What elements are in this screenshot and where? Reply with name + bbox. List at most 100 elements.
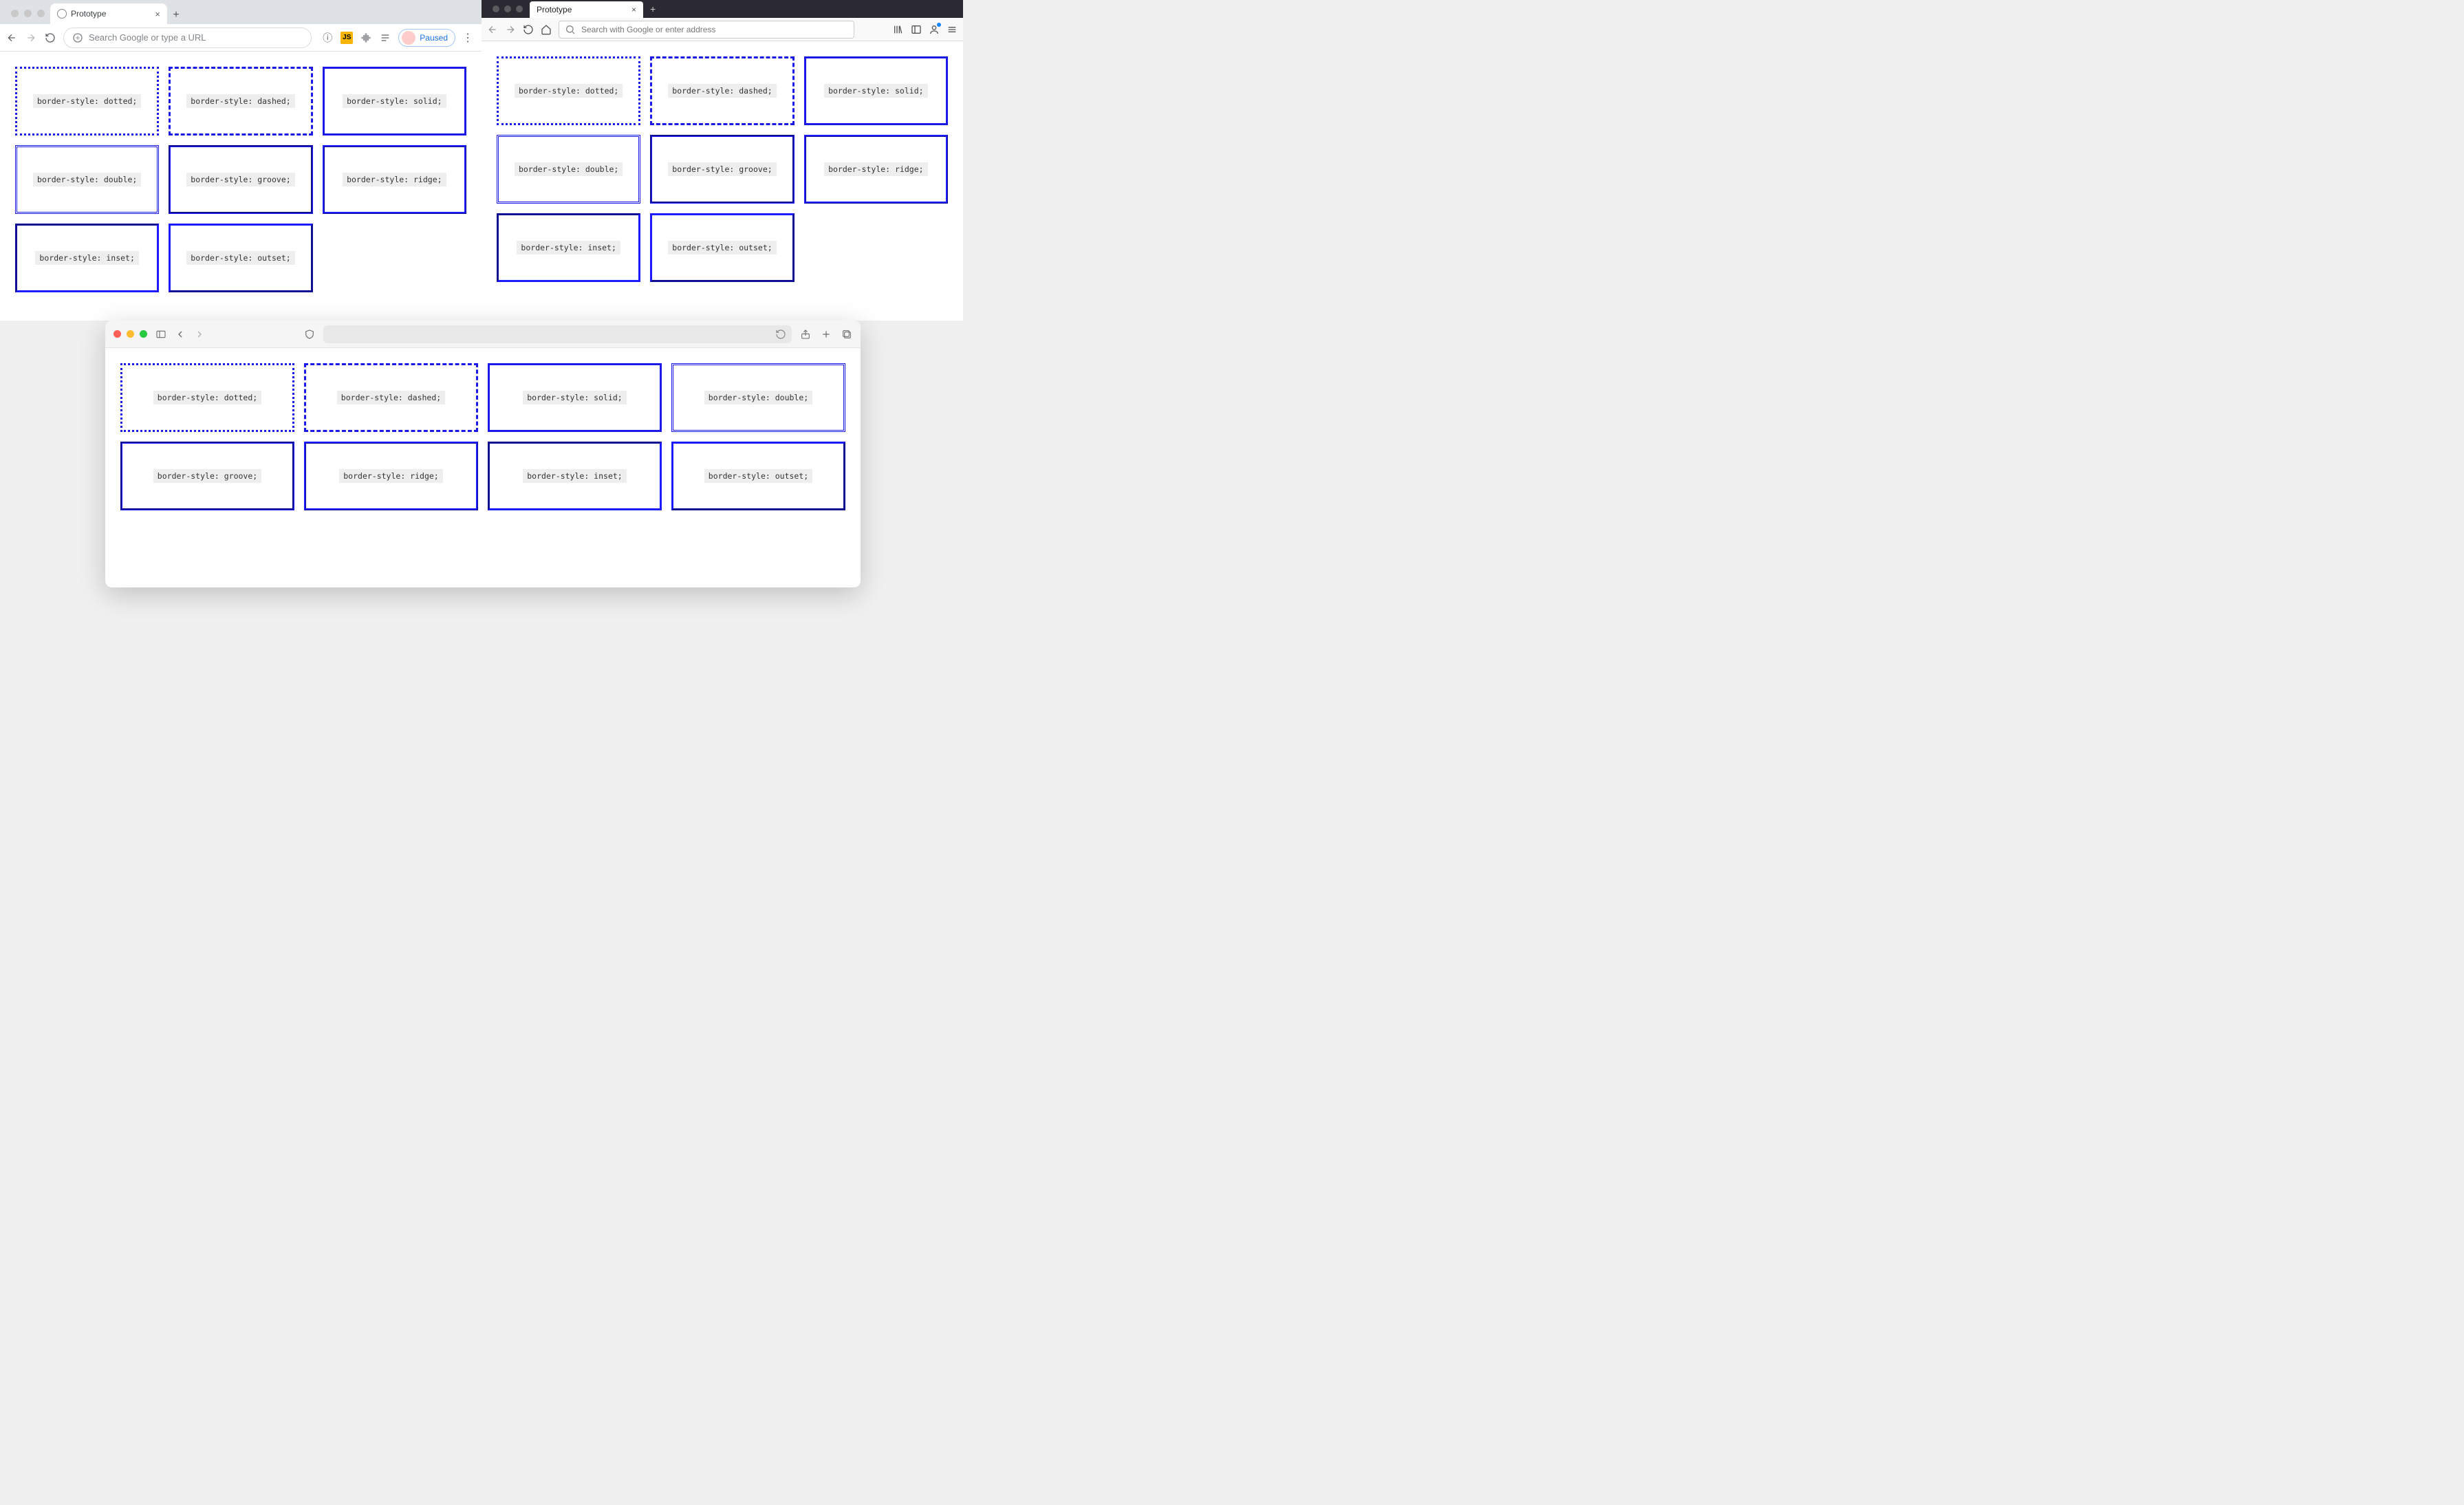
reload-icon[interactable] — [44, 32, 56, 43]
forward-icon[interactable] — [25, 32, 37, 43]
code-label: border-style: ridge; — [343, 173, 446, 186]
code-label: border-style: ridge; — [824, 162, 927, 176]
share-icon[interactable] — [800, 329, 811, 340]
card-dotted: border-style: dotted; — [15, 67, 159, 136]
zoom-dot[interactable] — [140, 330, 147, 338]
code-label: border-style: inset; — [35, 251, 138, 265]
back-icon[interactable] — [6, 32, 18, 43]
code-label: border-style: dashed; — [668, 84, 776, 98]
url-placeholder: Search Google or type a URL — [89, 32, 206, 43]
chrome-tab-bar: Prototype × + — [0, 0, 482, 24]
firefox-window: Prototype × + Search with Google or ente… — [482, 0, 963, 321]
card-groove: border-style: groove; — [650, 135, 794, 204]
traffic-lights — [114, 330, 147, 338]
minimize-dot[interactable] — [127, 330, 134, 338]
address-bar[interactable]: Search with Google or enter address — [559, 21, 854, 39]
profile-paused-pill[interactable]: Paused — [398, 29, 455, 47]
close-dot[interactable] — [114, 330, 121, 338]
code-label: border-style: groove; — [668, 162, 776, 176]
library-icon[interactable] — [893, 24, 904, 35]
chrome-toolbar: Search Google or type a URL ⓘ JS Paused … — [0, 24, 482, 52]
code-label: border-style: dashed; — [186, 94, 294, 108]
code-label: border-style: double; — [515, 162, 623, 176]
forward-icon[interactable] — [505, 24, 517, 35]
extensions-icon[interactable] — [360, 32, 372, 44]
card-groove: border-style: groove; — [169, 145, 312, 214]
js-extension-icon[interactable]: JS — [341, 32, 353, 44]
code-label: border-style: outset; — [704, 469, 812, 483]
sidebar-icon[interactable] — [911, 24, 922, 35]
code-label: border-style: inset; — [523, 469, 626, 483]
card-double: border-style: double; — [497, 135, 640, 204]
home-icon[interactable] — [541, 24, 553, 35]
border-grid: border-style: dotted; border-style: dash… — [15, 67, 466, 292]
zoom-dot[interactable] — [516, 6, 523, 12]
close-tab-icon[interactable]: × — [631, 5, 636, 14]
privacy-shield-icon[interactable] — [304, 329, 315, 340]
reading-list-icon[interactable] — [379, 32, 391, 44]
code-label: border-style: groove; — [153, 469, 261, 483]
card-solid: border-style: solid; — [323, 67, 466, 136]
card-double: border-style: double; — [15, 145, 159, 214]
chrome-window: Prototype × + Search Google or type a UR… — [0, 0, 482, 321]
traffic-lights — [6, 10, 50, 24]
code-label: border-style: outset; — [668, 241, 776, 255]
border-grid: border-style: dotted; border-style: dash… — [497, 56, 948, 282]
code-label: border-style: ridge; — [339, 469, 442, 483]
new-tab-button[interactable]: + — [167, 9, 185, 24]
kebab-menu-icon[interactable]: ⋮ — [462, 31, 473, 45]
card-inset: border-style: inset; — [15, 224, 159, 292]
page-viewport: border-style: dotted; border-style: dash… — [482, 41, 963, 321]
card-groove: border-style: groove; — [120, 442, 294, 510]
code-label: border-style: double; — [704, 391, 812, 404]
traffic-lights — [486, 0, 530, 18]
card-solid: border-style: solid; — [804, 56, 948, 125]
address-bar[interactable]: Search Google or type a URL — [63, 28, 312, 48]
code-label: border-style: double; — [33, 173, 141, 186]
new-tab-button[interactable]: + — [643, 0, 662, 18]
browser-tab[interactable]: Prototype × — [50, 3, 167, 24]
back-icon[interactable] — [487, 24, 499, 35]
new-tab-icon[interactable] — [821, 329, 832, 340]
code-label: border-style: solid; — [523, 391, 626, 404]
safari-toolbar — [105, 321, 861, 348]
card-dotted: border-style: dotted; — [120, 363, 294, 432]
address-bar[interactable] — [323, 325, 792, 343]
page-viewport: border-style: dotted; border-style: dash… — [105, 348, 861, 587]
url-placeholder: Search with Google or enter address — [581, 25, 715, 34]
reload-icon[interactable] — [775, 329, 786, 340]
firefox-tab-bar: Prototype × + — [482, 0, 963, 18]
hamburger-menu-icon[interactable] — [947, 24, 958, 35]
code-label: border-style: dashed; — [337, 391, 445, 404]
zoom-dot[interactable] — [37, 10, 45, 17]
card-inset: border-style: inset; — [488, 442, 662, 510]
reload-icon[interactable] — [523, 24, 535, 35]
close-dot[interactable] — [493, 6, 499, 12]
page-viewport: border-style: dotted; border-style: dash… — [0, 52, 482, 321]
account-icon[interactable] — [929, 24, 940, 35]
info-icon[interactable]: ⓘ — [321, 32, 334, 44]
code-label: border-style: dotted; — [515, 84, 623, 98]
back-icon[interactable] — [175, 329, 186, 340]
minimize-dot[interactable] — [24, 10, 32, 17]
close-dot[interactable] — [11, 10, 19, 17]
forward-icon[interactable] — [194, 329, 205, 340]
card-double: border-style: double; — [671, 363, 845, 432]
close-tab-icon[interactable]: × — [155, 9, 160, 19]
tab-title: Prototype — [537, 5, 572, 14]
card-inset: border-style: inset; — [497, 213, 640, 282]
avatar — [402, 31, 415, 45]
code-label: border-style: dotted; — [33, 94, 141, 108]
search-icon — [565, 24, 576, 35]
toolbar-right — [800, 329, 852, 340]
tab-overview-icon[interactable] — [841, 329, 852, 340]
code-label: border-style: groove; — [186, 173, 294, 186]
card-outset: border-style: outset; — [650, 213, 794, 282]
browser-tab[interactable]: Prototype × — [530, 1, 643, 18]
code-label: border-style: solid; — [824, 84, 927, 98]
minimize-dot[interactable] — [504, 6, 511, 12]
card-outset: border-style: outset; — [169, 224, 312, 292]
code-label: border-style: inset; — [517, 241, 620, 255]
sidebar-toggle-icon[interactable] — [155, 329, 166, 340]
toolbar-right: ⓘ JS Paused ⋮ — [318, 29, 476, 47]
